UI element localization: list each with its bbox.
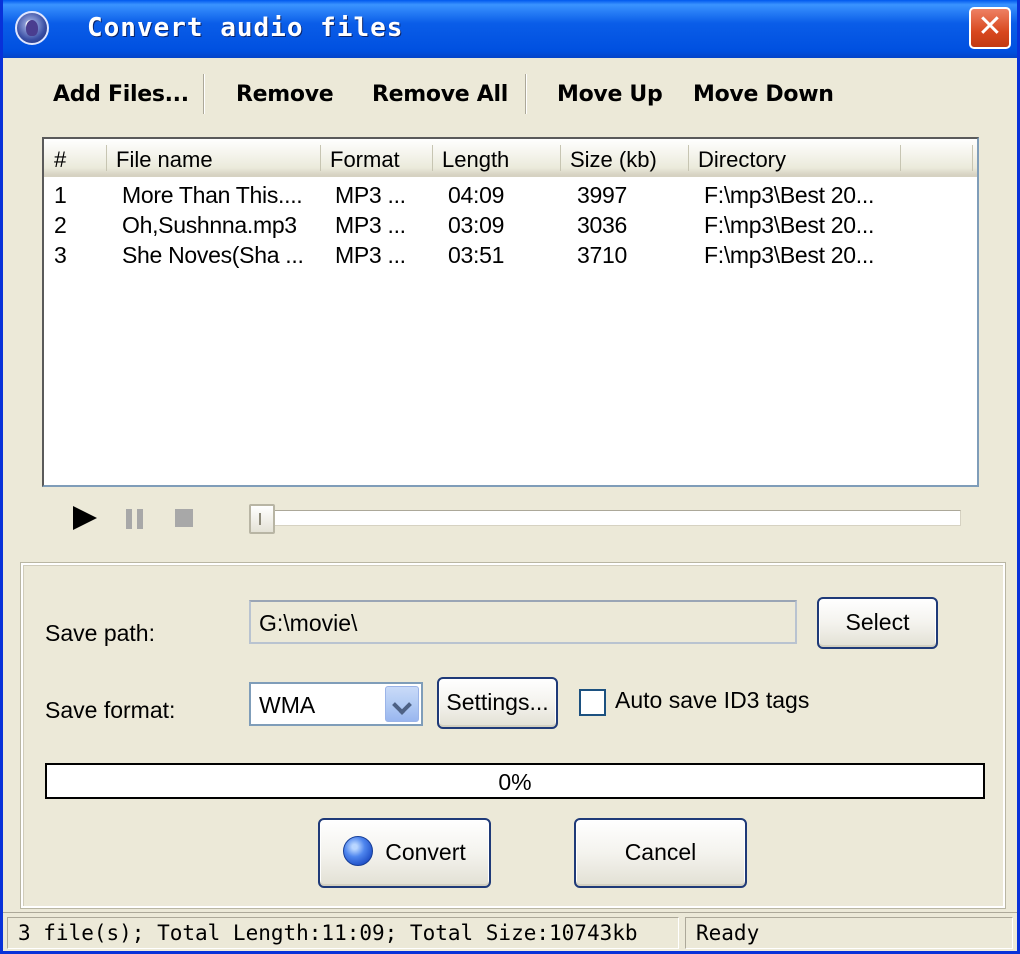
cell-file-name: She Noves(Sha ... <box>122 242 304 268</box>
title-bar[interactable]: Convert audio files ✕ <box>3 0 1017 58</box>
column-divider[interactable] <box>560 145 561 171</box>
auto-save-id3-checkbox[interactable] <box>579 689 606 716</box>
cancel-button[interactable]: Cancel <box>574 818 747 888</box>
cell-number: 1 <box>54 182 67 208</box>
cell-size: 3036 <box>577 212 627 238</box>
convert-icon <box>343 835 374 866</box>
cell-number: 3 <box>54 242 67 268</box>
convert-label: Convert <box>385 839 466 865</box>
file-list-header: # File name Format Length Size (kb) Dire… <box>44 139 977 177</box>
remove-button[interactable]: Remove <box>236 82 334 107</box>
remove-all-button[interactable]: Remove All <box>372 82 508 107</box>
status-summary: 3 file(s); Total Length:11:09; Total Siz… <box>7 917 679 949</box>
cell-length: 03:51 <box>448 242 505 268</box>
file-list[interactable]: # File name Format Length Size (kb) Dire… <box>42 137 979 487</box>
cell-size: 3710 <box>577 242 627 268</box>
move-up-button[interactable]: Move Up <box>557 82 663 107</box>
convert-button[interactable]: Convert <box>318 818 491 888</box>
column-header-number[interactable]: # <box>54 147 66 173</box>
column-divider[interactable] <box>432 145 433 171</box>
toolbar-separator <box>203 74 205 114</box>
close-button[interactable]: ✕ <box>969 7 1011 49</box>
table-row[interactable]: 1 More Than This.... MP3 ... 04:09 3997 … <box>44 182 977 212</box>
column-divider[interactable] <box>320 145 321 171</box>
save-format-label: Save format: <box>45 697 176 723</box>
status-state: Ready <box>685 917 1013 949</box>
toolbar-separator <box>525 74 527 114</box>
status-bar: 3 file(s); Total Length:11:09; Total Siz… <box>3 912 1017 951</box>
move-down-button[interactable]: Move Down <box>693 82 834 107</box>
column-header-file-name[interactable]: File name <box>116 147 213 173</box>
seek-slider-thumb[interactable] <box>249 504 275 534</box>
cell-file-name: More Than This.... <box>122 182 303 208</box>
save-path-field[interactable]: G:\movie\ <box>249 600 797 644</box>
column-divider[interactable] <box>972 145 973 171</box>
stop-icon[interactable] <box>175 509 193 527</box>
add-files-button[interactable]: Add Files... <box>53 82 189 107</box>
column-divider[interactable] <box>900 145 901 171</box>
conversion-progress-bar: 0% <box>45 763 985 799</box>
save-format-select[interactable]: WMA <box>249 682 423 726</box>
save-path-label: Save path: <box>45 620 155 646</box>
column-header-format[interactable]: Format <box>330 147 400 173</box>
cell-number: 2 <box>54 212 67 238</box>
settings-button[interactable]: Settings... <box>437 677 558 729</box>
column-divider[interactable] <box>106 145 107 171</box>
column-header-directory[interactable]: Directory <box>698 147 786 173</box>
cell-directory: F:\mp3\Best 20... <box>704 182 875 208</box>
column-header-length[interactable]: Length <box>442 147 509 173</box>
table-row[interactable]: 2 Oh,Sushnna.mp3 MP3 ... 03:09 3036 F:\m… <box>44 212 977 242</box>
auto-save-id3-label[interactable]: Auto save ID3 tags <box>615 687 809 714</box>
cell-length: 04:09 <box>448 182 505 208</box>
table-row[interactable]: 3 She Noves(Sha ... MP3 ... 03:51 3710 F… <box>44 242 977 272</box>
cell-size: 3997 <box>577 182 627 208</box>
pause-icon[interactable] <box>125 509 145 529</box>
progress-text: 0% <box>498 769 532 795</box>
convert-audio-window: Convert audio files ✕ Add Files... Remov… <box>0 0 1020 954</box>
cell-format: MP3 ... <box>335 242 406 268</box>
app-icon <box>15 11 49 45</box>
cell-format: MP3 ... <box>335 212 406 238</box>
column-divider[interactable] <box>688 145 689 171</box>
cell-length: 03:09 <box>448 212 505 238</box>
save-format-value: WMA <box>259 692 316 718</box>
cell-directory: F:\mp3\Best 20... <box>704 242 875 268</box>
play-icon[interactable] <box>73 506 97 530</box>
cell-format: MP3 ... <box>335 182 406 208</box>
chevron-down-icon[interactable] <box>385 686 419 722</box>
seek-track[interactable] <box>261 510 961 526</box>
cell-directory: F:\mp3\Best 20... <box>704 212 875 238</box>
window-title: Convert audio files <box>87 13 404 43</box>
column-header-size[interactable]: Size (kb) <box>570 147 657 173</box>
select-button[interactable]: Select <box>817 597 938 649</box>
cell-file-name: Oh,Sushnna.mp3 <box>122 212 297 238</box>
